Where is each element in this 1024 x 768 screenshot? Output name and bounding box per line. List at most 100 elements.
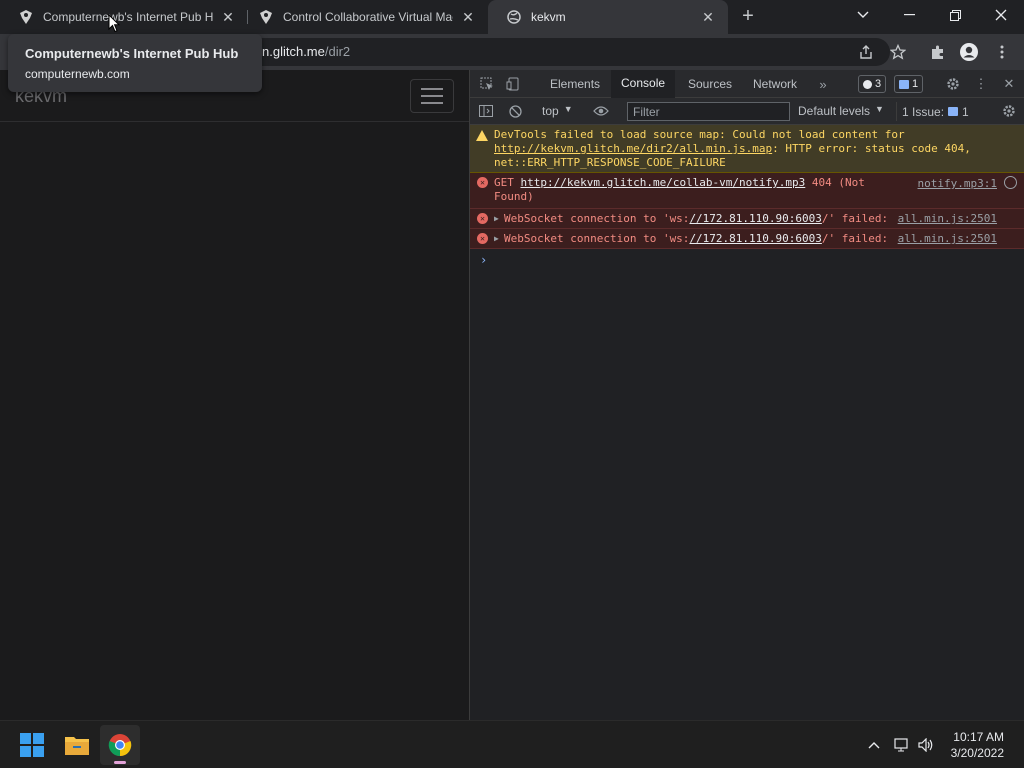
console-toolbar: top ▼ Default levels ▼ 1 Issue: 1 — [470, 98, 1024, 125]
message-count: 1 — [912, 78, 919, 90]
issue-flag-icon — [948, 107, 959, 116]
console-error: ✕ GET http://kekvm.glitch.me/collab-vm/n… — [470, 173, 1024, 209]
settings-gear-icon[interactable] — [944, 75, 962, 93]
tab-title: kekvm — [531, 10, 566, 24]
volume-speaker-icon[interactable] — [916, 735, 936, 755]
device-toolbar-icon[interactable] — [504, 75, 522, 93]
console-messages: DevTools failed to load source map: Coul… — [470, 125, 1024, 271]
devtools-tab-sources[interactable]: Sources — [678, 70, 742, 98]
devtools-menu-icon[interactable]: ⋮ — [972, 75, 990, 93]
windows-taskbar: 10:17 AM 3/20/2022 — [0, 720, 1024, 768]
tooltip-domain: computernewb.com — [25, 67, 130, 81]
message-text: WebSocket connection to 'ws: — [504, 212, 690, 225]
console-error: ✕ ▶ WebSocket connection to 'ws://172.81… — [470, 229, 1024, 249]
expand-triangle-icon[interactable]: ▶ — [494, 212, 499, 226]
tab-collabvm[interactable]: Control Collaborative Virtual Mac ✕ — [240, 0, 488, 34]
message-text: /' failed: — [821, 232, 889, 245]
message-text: /' failed: — [821, 212, 889, 225]
clear-console-icon[interactable] — [506, 102, 524, 120]
tab-title: Control Collaborative Virtual Mac — [283, 10, 453, 24]
tab-kekvm[interactable]: kekvm ✕ — [488, 0, 728, 34]
close-tab-icon[interactable]: ✕ — [220, 9, 236, 25]
log-levels-label: Default levels — [798, 104, 871, 118]
message-text: DevTools failed to load source map: Coul… — [494, 128, 905, 141]
log-levels-dropdown[interactable]: Default levels ▼ — [798, 104, 884, 118]
console-settings-gear-icon[interactable] — [1000, 102, 1018, 120]
devtools-tab-elements[interactable]: Elements — [540, 70, 610, 98]
new-tab-button[interactable]: + — [738, 6, 758, 27]
context-label: top — [542, 104, 559, 118]
message-count-badge[interactable]: 1 — [894, 75, 924, 93]
address-url[interactable]: n.glitch.me/dir2 — [262, 44, 350, 59]
message-source-link[interactable]: all.min.js:2501 — [898, 212, 997, 226]
error-count-badge[interactable]: 3 — [858, 75, 887, 93]
kebab-menu-icon[interactable] — [992, 42, 1012, 62]
dropdown-caret-icon: ▼ — [563, 104, 573, 114]
console-warning: DevTools failed to load source map: Coul… — [470, 125, 1024, 173]
sidebar-toggle-icon[interactable] — [477, 102, 495, 120]
extensions-puzzle-icon[interactable] — [928, 42, 948, 62]
inspect-element-icon[interactable] — [478, 75, 496, 93]
tab-search-icon[interactable] — [840, 0, 886, 30]
message-text: WebSocket connection to 'ws: — [504, 232, 690, 245]
profile-avatar-icon[interactable] — [959, 42, 979, 62]
live-expression-eye-icon[interactable] — [592, 102, 610, 120]
message-link[interactable]: http://kekvm.glitch.me/collab-vm/notify.… — [521, 176, 806, 189]
devtools-tab-network[interactable]: Network — [743, 70, 807, 98]
tab-title: Computernewb's Internet Pub Hu — [43, 10, 213, 24]
error-x-icon: ✕ — [477, 213, 488, 224]
bookmark-star-icon[interactable] — [888, 42, 908, 62]
message-source-link[interactable]: notify.mp3:1 — [918, 177, 997, 191]
message-source-link[interactable]: all.min.js:2501 — [898, 232, 997, 246]
console-prompt[interactable]: › — [470, 249, 1024, 271]
restore-button[interactable] — [932, 0, 978, 30]
url-path: /dir2 — [324, 44, 351, 59]
error-x-icon: ✕ — [477, 233, 488, 244]
active-app-indicator — [114, 761, 126, 764]
issues-label: 1 Issue: — [902, 104, 945, 119]
error-x-icon: ✕ — [477, 177, 488, 188]
page-viewport: kekvm — [0, 70, 469, 720]
console-error: ✕ ▶ WebSocket connection to 'ws://172.81… — [470, 209, 1024, 229]
close-devtools-icon[interactable]: ✕ — [1000, 75, 1018, 93]
issues-count: 1 — [962, 104, 969, 119]
tab-hover-tooltip: Computernewb's Internet Pub Hub computer… — [8, 34, 262, 92]
expand-triangle-icon[interactable]: ▶ — [494, 232, 499, 246]
system-clock[interactable]: 10:17 AM 3/20/2022 — [951, 729, 1004, 761]
url-host: n.glitch.me — [262, 44, 325, 59]
collabvm-favicon-icon — [258, 9, 274, 25]
tab-strip: Computernewb's Internet Pub Hu ✕ Control… — [0, 0, 1024, 34]
devtools-panel: Elements Console Sources Network » 3 1 ⋮… — [469, 70, 1024, 720]
file-explorer-folder-icon[interactable] — [57, 725, 97, 765]
tooltip-title: Computernewb's Internet Pub Hub — [25, 46, 239, 61]
start-windows-icon[interactable] — [12, 725, 52, 765]
mouse-cursor-icon — [108, 14, 120, 33]
clock-time: 10:17 AM — [953, 730, 1004, 744]
error-count: 3 — [875, 78, 882, 90]
show-hidden-icons-chevron-icon[interactable] — [864, 735, 884, 755]
network-monitor-icon[interactable] — [892, 735, 912, 755]
share-icon[interactable] — [856, 42, 876, 62]
warning-triangle-icon — [476, 130, 488, 141]
clock-date: 3/20/2022 — [950, 746, 1004, 760]
hamburger-menu-button[interactable] — [410, 79, 454, 113]
message-flag-icon — [899, 79, 909, 89]
close-tab-icon[interactable]: ✕ — [700, 9, 716, 25]
message-link[interactable]: //172.81.110.90:6003 — [689, 212, 821, 225]
close-window-button[interactable] — [978, 0, 1024, 30]
message-link[interactable]: http://kekvm.glitch.me/dir2/all.min.js.m… — [494, 142, 772, 155]
network-request-icon[interactable] — [1004, 176, 1017, 189]
computernewb-favicon-icon — [18, 9, 34, 25]
devtools-tab-console[interactable]: Console — [611, 70, 676, 98]
chrome-taskbar-icon[interactable] — [100, 725, 140, 765]
message-link[interactable]: //172.81.110.90:6003 — [689, 232, 821, 245]
more-tabs-chevron-icon[interactable]: » — [814, 75, 832, 93]
console-filter-input[interactable] — [627, 102, 790, 121]
issues-button[interactable]: 1 Issue: 1 — [896, 102, 974, 121]
error-dot-icon — [863, 79, 872, 89]
tab-computernewb[interactable]: Computernewb's Internet Pub Hu ✕ — [0, 0, 248, 34]
context-selector[interactable]: top ▼ — [542, 104, 573, 118]
minimize-button[interactable] — [886, 0, 932, 30]
close-tab-icon[interactable]: ✕ — [460, 9, 476, 25]
message-text: GET — [494, 176, 521, 189]
